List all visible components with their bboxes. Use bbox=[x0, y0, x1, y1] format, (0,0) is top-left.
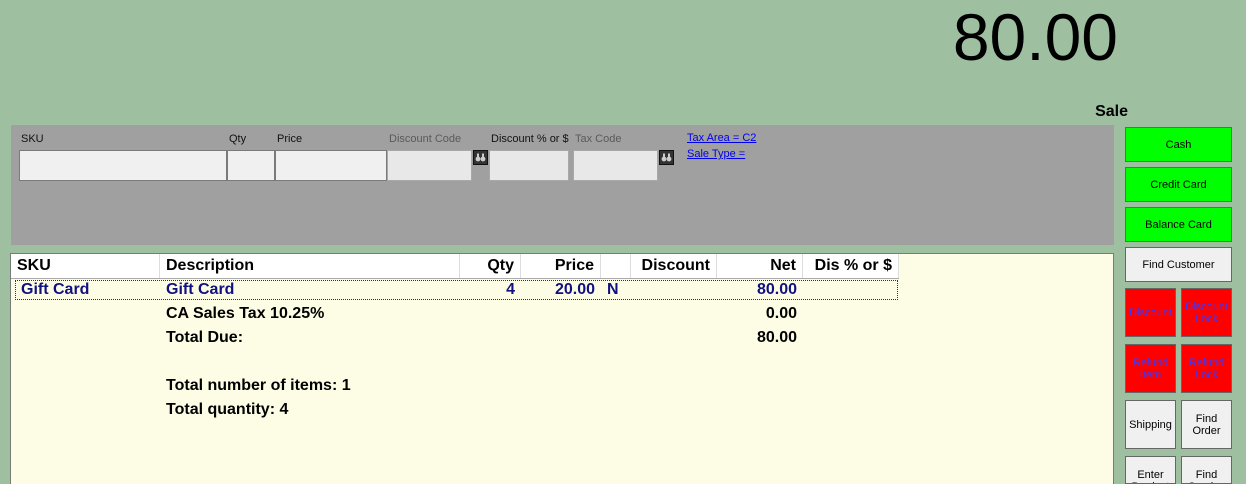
sku-label: SKU bbox=[21, 133, 44, 145]
column-header-discount-percent: Dis % or $ bbox=[803, 254, 899, 278]
tax-value: 0.00 bbox=[765, 305, 797, 322]
row-flag: N bbox=[607, 281, 619, 298]
total-due-value: 80.00 bbox=[756, 329, 797, 346]
enter-product-button[interactable]: Enter Product bbox=[1125, 456, 1176, 484]
find-customer-button[interactable]: Find Customer bbox=[1125, 247, 1232, 282]
grid-header: SKU Description Qty Price Discount Net D… bbox=[11, 254, 899, 279]
binoculars-icon bbox=[661, 153, 672, 162]
row-sku: Gift Card bbox=[21, 281, 90, 298]
item-entry-panel: SKU Qty Price Discount Code Discount % o… bbox=[11, 125, 1114, 245]
transaction-mode-label: Sale bbox=[1095, 103, 1128, 120]
discount-percent-input[interactable] bbox=[489, 150, 569, 181]
discount-code-label: Discount Code bbox=[389, 133, 462, 145]
shipping-button[interactable]: Shipping bbox=[1125, 400, 1176, 449]
row-qty: 4 bbox=[506, 281, 515, 298]
discount-percent-label: Discount % or $ bbox=[491, 133, 569, 145]
price-label: Price bbox=[277, 133, 303, 145]
row-discount bbox=[631, 279, 711, 301]
cash-button[interactable]: Cash bbox=[1125, 127, 1232, 162]
qty-input[interactable] bbox=[227, 150, 275, 181]
column-header-qty: Qty bbox=[460, 254, 521, 278]
column-header-flag bbox=[601, 254, 631, 278]
find-service-button[interactable]: Find Service bbox=[1181, 456, 1232, 484]
tax-code-label: Tax Code bbox=[575, 133, 622, 145]
sale-type-link[interactable]: Sale Type = bbox=[687, 148, 745, 160]
find-order-button[interactable]: Find Order bbox=[1181, 400, 1232, 449]
qty-label: Qty bbox=[229, 133, 247, 145]
discount-code-lookup-button[interactable] bbox=[473, 150, 488, 165]
total-items-text: Total number of items: 1 bbox=[166, 377, 351, 394]
column-header-price: Price bbox=[521, 254, 601, 278]
total-quantity-text: Total quantity: 4 bbox=[166, 401, 289, 418]
sale-items-grid: SKU Description Qty Price Discount Net D… bbox=[10, 253, 1114, 484]
tax-area-link[interactable]: Tax Area = C2 bbox=[687, 132, 756, 144]
balance-card-button[interactable]: Balance Card bbox=[1125, 207, 1232, 242]
refund-item-button[interactable]: Refund Item bbox=[1125, 344, 1176, 393]
column-header-sku: SKU bbox=[11, 254, 160, 278]
tax-label: CA Sales Tax 10.25% bbox=[166, 305, 325, 322]
column-header-net: Net bbox=[717, 254, 803, 278]
discount-button[interactable]: Discount bbox=[1125, 288, 1176, 337]
total-amount-display: 80.00 bbox=[952, 0, 1118, 74]
tax-code-lookup-button[interactable] bbox=[659, 150, 674, 165]
refund-lock-button[interactable]: Refund Lock bbox=[1181, 344, 1232, 393]
discount-lock-button[interactable]: Discount Lock bbox=[1181, 288, 1232, 337]
row-price: 20.00 bbox=[554, 281, 595, 298]
row-discount-percent bbox=[803, 279, 893, 301]
credit-card-button[interactable]: Credit Card bbox=[1125, 167, 1232, 202]
total-due-label: Total Due: bbox=[166, 329, 244, 346]
price-input[interactable] bbox=[275, 150, 387, 181]
column-header-description: Description bbox=[160, 254, 460, 278]
sku-input[interactable] bbox=[19, 150, 227, 181]
discount-code-input[interactable] bbox=[387, 150, 472, 181]
row-net: 80.00 bbox=[756, 281, 797, 298]
row-description: Gift Card bbox=[166, 281, 235, 298]
binoculars-icon bbox=[475, 153, 486, 162]
tax-code-input[interactable] bbox=[573, 150, 658, 181]
column-header-discount: Discount bbox=[631, 254, 717, 278]
